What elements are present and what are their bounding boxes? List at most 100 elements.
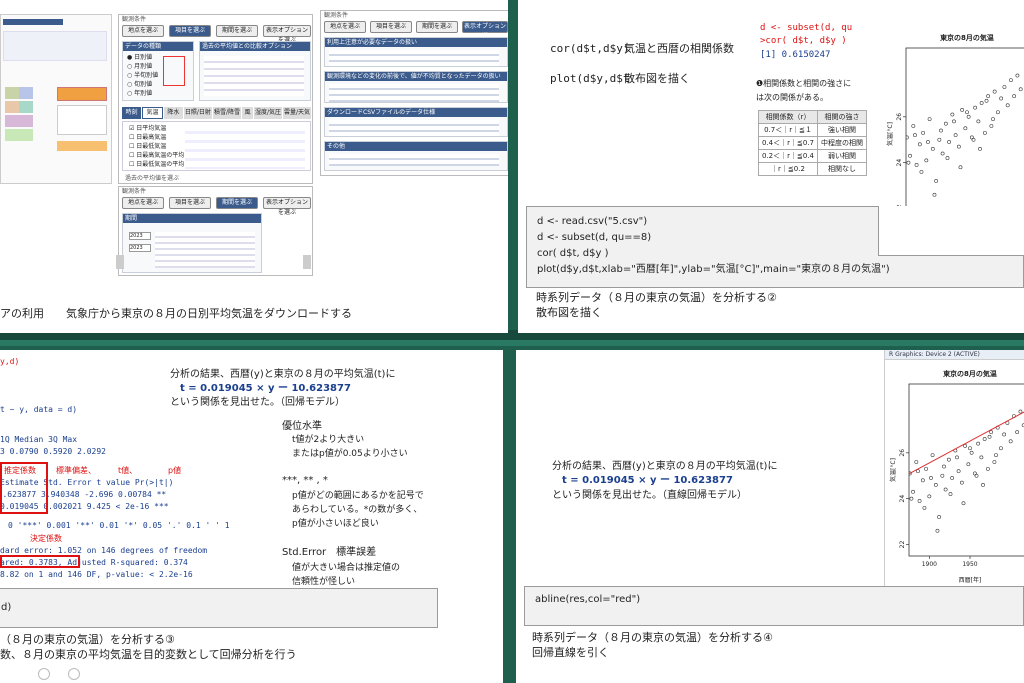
items-button[interactable]: 項目を選ぶ xyxy=(370,21,412,33)
data-point xyxy=(999,446,1003,451)
station-button[interactable]: 地点を選ぶ xyxy=(324,21,366,33)
data-point xyxy=(991,117,995,121)
cor-description: 気温と西暦の相関係数 xyxy=(624,42,734,55)
period-lines xyxy=(155,232,255,268)
select-box[interactable] xyxy=(57,87,107,101)
tab-wind[interactable]: 風 xyxy=(241,107,253,119)
period-button[interactable]: 期間を選ぶ xyxy=(216,197,258,209)
console-line: 0 '***' 0.001 '**' 0.01 '*' 0.05 '.' 0.1… xyxy=(8,521,230,530)
console-line: y,d) xyxy=(0,357,20,366)
data-point xyxy=(1018,409,1023,414)
data-point xyxy=(1002,85,1007,89)
comparison-panel: 過去の平均値との比較オプション xyxy=(199,41,311,101)
zoom-icon[interactable] xyxy=(38,668,50,680)
section-heading: 観測環境などの変化の前後で、値が不均質となったデータの扱い xyxy=(325,72,507,81)
region-block[interactable] xyxy=(5,101,19,113)
code-line: plot(d$y,d$t,xlab="西暦[年]",ylab="気温[°C]",… xyxy=(537,264,890,275)
region-block[interactable] xyxy=(5,87,19,99)
more-icon[interactable] xyxy=(68,668,80,680)
data-point xyxy=(982,130,987,135)
item-max-avg[interactable]: ☐ 日最高気温の平均 xyxy=(129,152,184,160)
data-point xyxy=(909,496,914,501)
code-line: d <- subset(d, qu==8) xyxy=(537,232,652,243)
option-dekad[interactable]: ○ 旬別値 xyxy=(127,81,152,89)
data-point xyxy=(976,119,981,124)
r-console-snippet: d <- subset(d, qu >cor( d$t, d$y ) [1] 0… xyxy=(756,20,880,70)
data-point xyxy=(913,133,917,138)
significance-line: t値が2より大きい xyxy=(292,435,365,445)
jma-window-period: 観測条件 地点を選ぶ 項目を選ぶ 期間を選ぶ 表示オプションを選ぶ 期間 202… xyxy=(118,186,313,276)
region-block[interactable] xyxy=(19,87,33,99)
region-block[interactable] xyxy=(5,115,33,127)
data-point xyxy=(939,128,943,133)
data-point xyxy=(969,450,974,455)
result-text-1: 分析の結果、西暦(y)と東京の８月の平均気温(t)に xyxy=(170,369,396,380)
data-point xyxy=(935,528,940,533)
data-point xyxy=(937,515,941,519)
tab-precip[interactable]: 降水 xyxy=(163,107,183,119)
tab-time[interactable]: 時刻 xyxy=(122,107,141,119)
slide-4-caption-1: 時系列データ（８月の東京の気温）を分析する④ xyxy=(532,631,773,644)
section-heading: ダウンロードCSVファイルのデータ仕様 xyxy=(325,108,507,117)
tab-temperature[interactable]: 気温 xyxy=(141,107,163,119)
selected-station[interactable] xyxy=(57,141,107,151)
item-min-avg[interactable]: ☐ 日最低気温の平均 xyxy=(129,161,184,169)
nav-left-arrow[interactable] xyxy=(116,255,124,269)
data-point xyxy=(911,124,916,128)
section-heading: 利用上注意が必要なデータの扱い xyxy=(325,38,507,47)
y-tick-label: 22 xyxy=(899,541,906,549)
region-block[interactable] xyxy=(19,101,33,113)
table-row: 0.4＜｜r｜≦0.7 中程度の相関 xyxy=(757,136,868,150)
section-lines xyxy=(329,84,499,102)
period-button[interactable]: 期間を選ぶ xyxy=(216,25,258,37)
item-daily-mean[interactable]: ☑ 日平均気温 xyxy=(129,125,166,133)
data-point xyxy=(966,114,971,119)
result-text-2: という関係を見出せた。（回帰モデル） xyxy=(170,397,345,408)
option-yearly[interactable]: ○ 年別値 xyxy=(127,90,152,98)
select-box[interactable] xyxy=(57,105,107,135)
end-year-field[interactable]: 2023 xyxy=(129,244,151,252)
tab-cloud[interactable]: 雲量/天気 xyxy=(282,107,312,119)
station-button[interactable]: 地点を選ぶ xyxy=(122,25,164,37)
data-point xyxy=(927,117,932,121)
option-pentad[interactable]: ○ 半旬別値 xyxy=(127,72,158,80)
panel-heading: 期間 xyxy=(123,214,261,223)
tab-sunshine[interactable]: 日照/日射 xyxy=(183,107,212,119)
start-year-field[interactable]: 2023 xyxy=(129,232,151,240)
data-point xyxy=(981,483,985,487)
tab-humidity[interactable]: 湿度/気圧 xyxy=(253,107,282,119)
panel-heading: 過去の平均値との比較オプション xyxy=(200,42,310,51)
region-block[interactable] xyxy=(5,129,33,141)
item-daily-max[interactable]: ☐ 日最高気温 xyxy=(129,134,166,142)
stars-title: ***, ** , * xyxy=(282,475,328,486)
items-button[interactable]: 項目を選ぶ xyxy=(169,197,211,209)
item-daily-min[interactable]: ☐ 日最低気温 xyxy=(129,143,166,151)
std-error-line: 値が大きい場合は推定値の xyxy=(292,563,401,573)
data-point xyxy=(987,434,992,439)
items-button[interactable]: 項目を選ぶ xyxy=(169,25,211,37)
background-stripe xyxy=(0,340,1024,346)
options-button[interactable]: 表示オプションを選ぶ xyxy=(462,21,508,40)
label-t-value: t値、 xyxy=(118,466,138,475)
station-button[interactable]: 地点を選ぶ xyxy=(122,197,164,209)
option-monthly[interactable]: ○ 月別値 xyxy=(127,63,152,71)
period-button[interactable]: 期間を選ぶ xyxy=(416,21,458,33)
section-lines xyxy=(329,154,499,166)
stars-line: p値がどの範囲にあるかを記号で xyxy=(292,491,424,501)
data-point xyxy=(930,453,935,457)
code-line: d <- read.csv("5.csv") xyxy=(537,216,648,227)
nav-right-arrow[interactable] xyxy=(303,255,311,269)
tab-snow[interactable]: 積雪/降雪 xyxy=(212,107,241,119)
y-axis-label: 気温[°C] xyxy=(886,122,894,146)
code-line: d) xyxy=(1,602,12,613)
option-daily[interactable]: ● 日別値 xyxy=(127,54,152,62)
data-point xyxy=(986,94,991,99)
console-line: d <- subset(d, qu xyxy=(760,23,853,33)
data-point xyxy=(1015,430,1020,435)
estimate-highlight xyxy=(0,462,48,514)
data-point xyxy=(926,140,930,144)
options-button[interactable]: 表示オプションを選ぶ xyxy=(263,197,311,216)
data-points xyxy=(906,73,1023,197)
options-button[interactable]: 表示オプションを選ぶ xyxy=(263,25,311,44)
table-header: 相関の強さ xyxy=(817,110,868,124)
